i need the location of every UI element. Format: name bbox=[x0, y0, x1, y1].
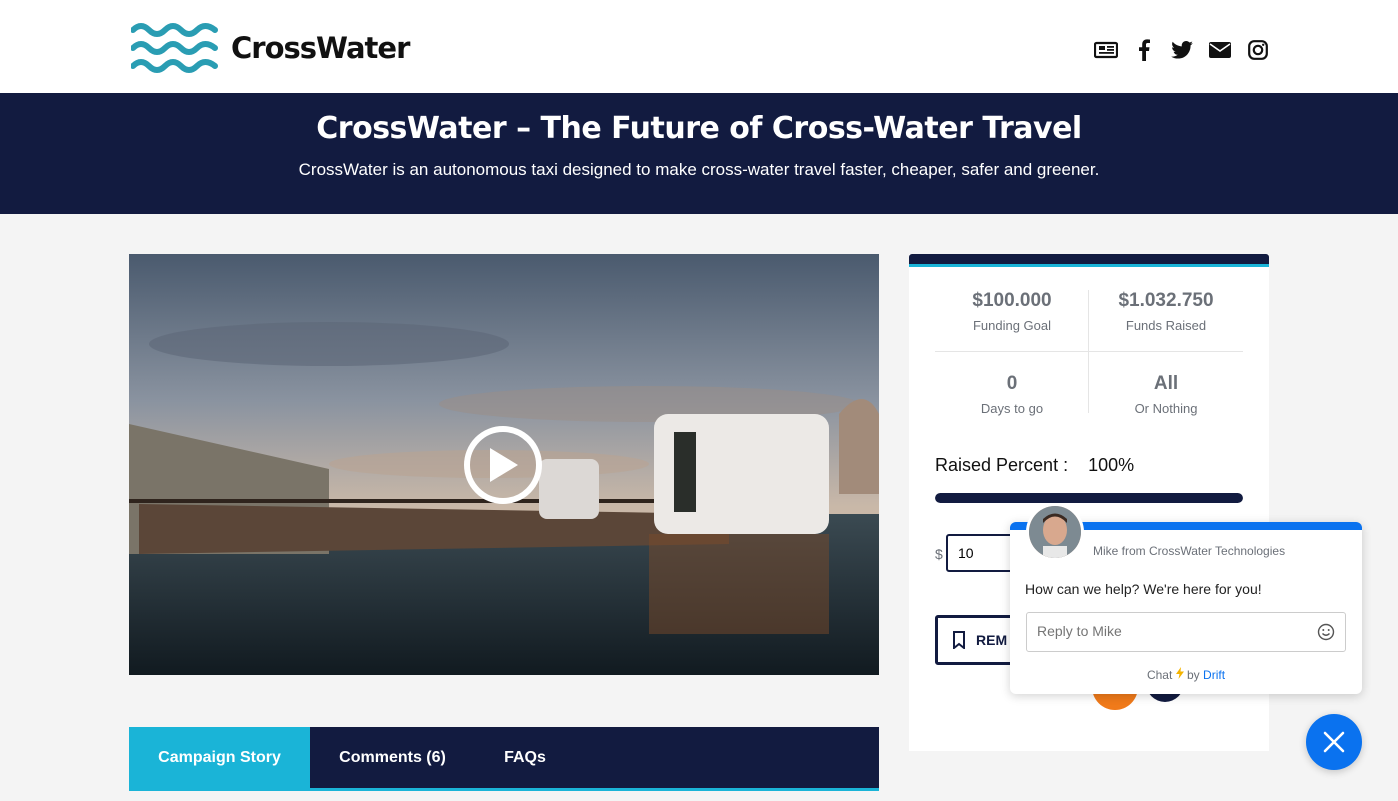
days-value: 0 bbox=[1006, 373, 1018, 394]
progress-bar bbox=[935, 493, 1243, 503]
lightning-icon bbox=[1175, 667, 1184, 679]
days-label: Days to go bbox=[980, 401, 1044, 416]
chat-footer-by: by bbox=[1187, 668, 1200, 682]
agent-avatar-image bbox=[1029, 506, 1081, 558]
chat-sender: Mike from CrossWater Technologies bbox=[1093, 544, 1286, 558]
logo[interactable]: CrossWater bbox=[131, 20, 410, 76]
emoji-icon[interactable] bbox=[1317, 623, 1335, 641]
envelope-icon[interactable] bbox=[1208, 38, 1232, 62]
progress-fill bbox=[935, 493, 1243, 503]
funding-goal-label: Funding Goal bbox=[972, 318, 1052, 333]
chat-footer: Chat by Drift bbox=[1010, 667, 1362, 682]
page-subtitle: CrossWater is an autonomous taxi designe… bbox=[298, 160, 1100, 179]
newspaper-icon[interactable] bbox=[1094, 38, 1118, 62]
chat-footer-chat: Chat bbox=[1146, 668, 1173, 682]
tab-campaign-story[interactable]: Campaign Story bbox=[129, 727, 310, 788]
facebook-icon[interactable] bbox=[1132, 38, 1156, 62]
instagram-icon[interactable] bbox=[1246, 38, 1270, 62]
raised-percent-value: 100% bbox=[1088, 455, 1135, 475]
site-header: CrossWater bbox=[0, 0, 1398, 93]
stat-funding-type: All Or Nothing bbox=[1089, 373, 1243, 416]
chat-message: How can we help? We're here for you! bbox=[1025, 581, 1262, 597]
social-links bbox=[1094, 38, 1270, 62]
close-icon bbox=[1323, 731, 1345, 753]
stat-days-to-go: 0 Days to go bbox=[935, 373, 1089, 416]
remind-label: REM bbox=[976, 632, 1008, 648]
brand-name: CrossWater bbox=[231, 31, 410, 65]
currency-symbol: $ bbox=[935, 546, 943, 562]
play-icon bbox=[490, 448, 518, 482]
chat-close-button[interactable] bbox=[1306, 714, 1362, 770]
hero-banner: CrossWater – The Future of Cross-Water T… bbox=[0, 93, 1398, 214]
chat-reply-input[interactable] bbox=[1027, 613, 1297, 649]
avatar bbox=[1026, 503, 1084, 561]
funding-type-label: Or Nothing bbox=[1134, 401, 1198, 416]
stat-funds-raised: $1.032.750 Funds Raised bbox=[1089, 290, 1243, 333]
drift-link[interactable]: Drift bbox=[1203, 668, 1225, 682]
raised-percent-label: Raised Percent : bbox=[935, 455, 1069, 475]
campaign-video[interactable] bbox=[129, 254, 879, 675]
funds-raised-label: Funds Raised bbox=[1125, 318, 1207, 333]
page-title: CrossWater – The Future of Cross-Water T… bbox=[316, 111, 1082, 146]
raised-percent: Raised Percent : 100% bbox=[935, 455, 1134, 476]
play-button[interactable] bbox=[464, 426, 542, 504]
waves-logo-icon bbox=[131, 23, 218, 73]
stat-funding-goal: $100.000 Funding Goal bbox=[935, 290, 1089, 333]
chat-reply-field[interactable] bbox=[1026, 612, 1346, 652]
campaign-tabs: Campaign Story Comments (6) FAQs bbox=[129, 727, 879, 791]
funding-type-value: All bbox=[1153, 373, 1179, 394]
bookmark-icon bbox=[953, 631, 965, 649]
twitter-icon[interactable] bbox=[1170, 38, 1194, 62]
card-top-bar bbox=[909, 254, 1269, 267]
tab-faqs[interactable]: FAQs bbox=[475, 727, 575, 788]
funding-goal-value: $100.000 bbox=[972, 290, 1052, 311]
divider-horizontal bbox=[935, 351, 1243, 352]
tab-comments[interactable]: Comments (6) bbox=[310, 727, 475, 788]
funds-raised-value: $1.032.750 bbox=[1118, 290, 1214, 311]
